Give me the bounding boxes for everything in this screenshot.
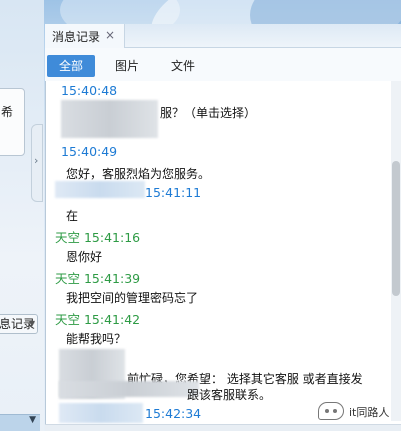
watermark-text: it同路人 xyxy=(349,406,390,419)
message-sender-time: 天空 15:41:39 xyxy=(55,271,141,286)
quick-reply-label: 希 xyxy=(1,105,14,119)
history-tab-bar: 消息记录 × xyxy=(45,24,401,48)
chat-bubble-icon xyxy=(318,402,344,420)
history-filter-bar: 全部 图片 文件 xyxy=(45,48,401,81)
chevron-down-icon[interactable]: ▼ xyxy=(29,315,35,333)
tab-label: 消息记录 xyxy=(52,30,101,44)
send-options-button[interactable]: ▼ xyxy=(0,414,40,431)
message-text: 您好，客服烈焰为您服务。 xyxy=(66,167,211,181)
message-list[interactable]: 15:40:48 服？（单击选择） 15:40:49 您好，客服烈焰为您服务。 … xyxy=(45,81,390,431)
filter-all[interactable]: 全部 xyxy=(47,55,95,77)
quick-reply-card[interactable]: 希 xyxy=(0,88,25,156)
message-timestamp: 15:40:48 xyxy=(61,83,118,98)
tab-message-history[interactable]: 消息记录 × xyxy=(45,24,125,48)
close-icon[interactable]: × xyxy=(105,28,115,42)
message-history-button[interactable]: 息记录 ▼ xyxy=(0,314,38,334)
message-timestamp: 15:42:34 xyxy=(145,406,202,421)
redacted-sender xyxy=(59,403,143,423)
message-text: 恩你好 xyxy=(66,250,103,264)
chevron-down-icon: ▼ xyxy=(29,415,36,425)
filter-files[interactable]: 文件 xyxy=(163,55,203,77)
message-text: 我把空间的管理密码忘了 xyxy=(66,291,199,305)
chat-window-pane: 希 息记录 ▼ ▼ xyxy=(0,0,44,431)
message-text: 在 xyxy=(66,209,79,223)
message-text: 能帮我吗？ xyxy=(66,332,127,346)
scrollbar-thumb[interactable] xyxy=(392,161,400,296)
chevron-right-icon: › xyxy=(34,154,39,167)
message-list-scrollbar[interactable] xyxy=(391,81,401,421)
watermark: it同路人 xyxy=(318,401,398,423)
message-sender-time: 天空 15:41:42 xyxy=(55,312,141,327)
message-text: 跟该客服联系。 xyxy=(187,388,272,402)
redacted-text xyxy=(59,381,199,397)
history-toolbar xyxy=(45,424,401,431)
redacted-sender xyxy=(61,100,158,138)
filter-images[interactable]: 图片 xyxy=(107,55,147,77)
message-sender-time: 天空 15:41:16 xyxy=(55,230,141,245)
panel-collapse-handle[interactable]: › xyxy=(31,124,43,202)
message-text: 服？（单击选择） xyxy=(160,106,257,120)
message-timestamp: 15:41:11 xyxy=(145,185,202,200)
redacted-sender xyxy=(55,181,145,198)
message-timestamp: 15:40:49 xyxy=(61,144,118,159)
